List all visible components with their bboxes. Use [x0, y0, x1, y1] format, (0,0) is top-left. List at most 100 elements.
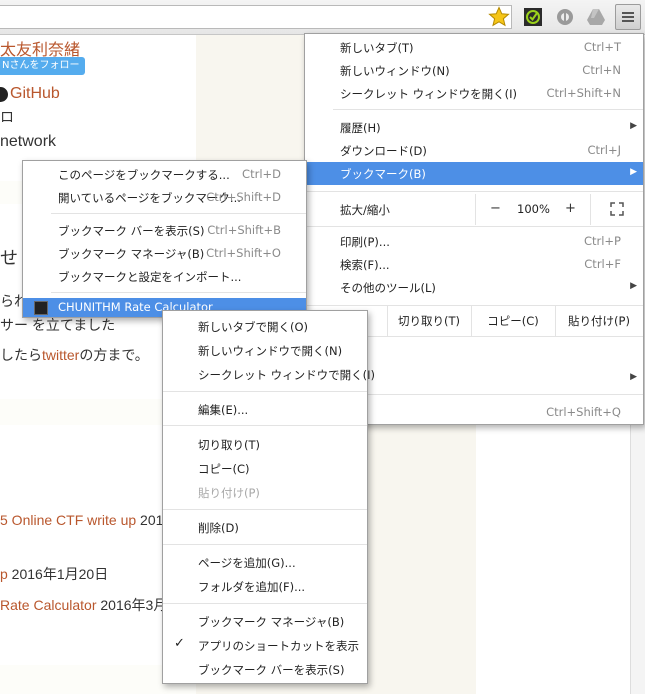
ctx-open-new-window[interactable]: 新しいウィンドウで開く(N)	[163, 339, 367, 362]
menu-item-label: その他のツール(L)	[340, 281, 436, 295]
menu-item-downloads[interactable]: ダウンロード(D) Ctrl+J	[305, 139, 643, 162]
zoom-row: 拡大/縮小 − 100% +	[305, 194, 643, 225]
menu-item-label: 編集(E)...	[198, 403, 249, 417]
menu-item-print[interactable]: 印刷(P)... Ctrl+P	[305, 230, 643, 253]
menu-item-shortcut: Ctrl+Shift+D	[206, 190, 281, 204]
menu-item-label: 印刷(P)...	[340, 235, 390, 249]
menu-item-label: ブックマークと設定をインポート...	[58, 270, 242, 284]
menu-item-shortcut: Ctrl+Shift+B	[207, 223, 281, 237]
post-entry: 5 Online CTF write up 201	[0, 512, 163, 528]
menu-separator	[163, 391, 367, 392]
cut-button[interactable]: 切り取り(T)	[387, 306, 471, 336]
ctx-show-app-shortcut[interactable]: ✓ アプリのショートカットを表示	[163, 634, 367, 657]
menu-item-label: 検索(F)...	[340, 258, 390, 272]
copy-button[interactable]: コピー(C)	[471, 306, 555, 336]
menu-item-history[interactable]: 履歴(H) ▶	[305, 116, 643, 139]
menu-item-shortcut: Ctrl+T	[583, 40, 621, 54]
menu-item-label: 削除(D)	[198, 521, 239, 535]
ctx-edit[interactable]: 編集(E)...	[163, 398, 367, 421]
post-date: 2016年3月	[96, 597, 168, 613]
text-fragment: ロ	[0, 109, 14, 125]
menu-item-bookmarks[interactable]: ブックマーク(B) ▶	[305, 162, 643, 185]
menu-item-label: シークレット ウィンドウで開く(I)	[198, 368, 376, 382]
ctx-add-page[interactable]: ページを追加(G)...	[163, 551, 367, 574]
menu-separator	[51, 213, 306, 214]
text-fragment: したら	[0, 347, 42, 363]
ctx-copy[interactable]: コピー(C)	[163, 457, 367, 480]
menu-item-new-tab[interactable]: 新しいタブ(T) Ctrl+T	[305, 36, 643, 59]
text-fragment: の方まで。	[79, 347, 149, 363]
chrome-menu-button[interactable]	[615, 4, 641, 30]
fullscreen-icon[interactable]	[610, 202, 624, 216]
twitter-line: したらtwitterの方まで。	[0, 345, 149, 365]
ctx-paste: 貼り付け(P)	[163, 481, 367, 504]
bookmark-star-icon[interactable]	[488, 6, 510, 28]
submenu-arrow-icon: ▶	[630, 167, 637, 177]
bookmark-this-page[interactable]: このページをブックマークする... Ctrl+D	[23, 163, 306, 186]
post-date: 2016年1月20日	[7, 566, 109, 582]
zoom-value: 100%	[517, 202, 550, 216]
network-text: network	[0, 133, 57, 150]
drive-icon[interactable]	[586, 7, 606, 27]
bookmark-context-menu: 新しいタブで開く(O) 新しいウィンドウで開く(N) シークレット ウィンドウで…	[162, 310, 375, 684]
extension-circle-icon[interactable]	[555, 7, 575, 27]
checkmark-icon: ✓	[174, 636, 185, 651]
menu-item-label: ブックマーク マネージャ(B)	[198, 615, 345, 629]
post-link[interactable]: 5 Online CTF write up	[0, 512, 136, 528]
bookmark-manager[interactable]: ブックマーク マネージャ(B) Ctrl+Shift+O	[23, 242, 306, 265]
bookmark-open-pages[interactable]: 開いているページをブックマーク... Ctrl+Shift+D	[23, 186, 306, 209]
menu-item-shortcut: Ctrl+N	[582, 63, 621, 77]
menu-item-label: 貼り付け(P)	[198, 486, 260, 500]
github-link[interactable]: GitHub	[10, 85, 60, 103]
menu-item-label: ブックマーク バーを表示(S)	[58, 224, 205, 238]
zoom-in-button[interactable]: +	[565, 201, 576, 216]
menu-item-new-window[interactable]: 新しいウィンドウ(N) Ctrl+N	[305, 59, 643, 82]
menu-item-label: ページを追加(G)...	[198, 556, 296, 570]
menu-item-label: フォルダを追加(F)...	[198, 580, 306, 594]
menu-item-label: 新しいタブ(T)	[340, 41, 414, 55]
address-bar[interactable]	[0, 5, 512, 29]
post-link[interactable]: p	[0, 566, 8, 582]
ctx-add-folder[interactable]: フォルダを追加(F)...	[163, 575, 367, 598]
menu-item-label: このページをブックマークする...	[58, 168, 230, 182]
submenu-arrow-icon: ▶	[630, 372, 637, 382]
menu-separator	[333, 109, 643, 110]
ctx-cut[interactable]: 切り取り(T)	[163, 433, 367, 456]
menu-separator	[305, 226, 643, 227]
menu-divider	[590, 194, 591, 225]
menu-item-shortcut: Ctrl+Shift+N	[546, 86, 621, 100]
browser-toolbar	[0, 0, 645, 35]
import-bookmarks[interactable]: ブックマークと設定をインポート...	[23, 265, 306, 288]
submenu-arrow-icon: ▶	[630, 281, 637, 291]
menu-item-shortcut: Ctrl+Shift+O	[206, 246, 281, 260]
menu-item-find[interactable]: 検索(F)... Ctrl+F	[305, 253, 643, 276]
twitter-link[interactable]: twitter	[42, 347, 79, 363]
favicon-icon	[34, 301, 48, 315]
paste-button[interactable]: 貼り付け(P)	[555, 306, 643, 336]
zoom-out-button[interactable]: −	[490, 201, 501, 216]
menu-item-more-tools[interactable]: その他のツール(L) ▶	[305, 276, 643, 299]
post-entry: p 2016年1月20日	[0, 564, 108, 584]
menu-item-label: ダウンロード(D)	[340, 144, 427, 158]
menu-item-shortcut: Ctrl+F	[584, 257, 621, 271]
menu-item-label: ブックマーク(B)	[340, 167, 426, 181]
menu-item-incognito[interactable]: シークレット ウィンドウを開く(I) Ctrl+Shift+N	[305, 82, 643, 105]
menu-item-shortcut: Ctrl+P	[583, 234, 621, 248]
menu-item-label: ブックマーク マネージャ(B)	[58, 247, 205, 261]
ctx-bookmark-manager[interactable]: ブックマーク マネージャ(B)	[163, 610, 367, 633]
ctx-delete[interactable]: 削除(D)	[163, 516, 367, 539]
menu-item-label: 新しいウィンドウ(N)	[340, 64, 450, 78]
menu-item-label: アプリのショートカットを表示	[198, 639, 359, 653]
ctx-show-bookmark-bar[interactable]: ブックマーク バーを表示(S)	[163, 658, 367, 681]
show-bookmark-bar[interactable]: ブックマーク バーを表示(S) Ctrl+Shift+B	[23, 219, 306, 242]
ctx-open-new-tab[interactable]: 新しいタブで開く(O)	[163, 315, 367, 338]
twitter-follow-button[interactable]: Nさんをフォロー	[0, 57, 86, 75]
menu-separator	[51, 292, 306, 293]
menu-separator	[163, 544, 367, 545]
extension-check-icon[interactable]	[523, 7, 543, 27]
post-link[interactable]: Rate Calculator	[0, 597, 97, 613]
ctx-open-incognito[interactable]: シークレット ウィンドウで開く(I)	[163, 363, 375, 386]
menu-item-shortcut: Ctrl+D	[242, 167, 281, 181]
post-date: 201	[136, 512, 164, 528]
text-fragment: サー を立てました	[0, 317, 116, 333]
